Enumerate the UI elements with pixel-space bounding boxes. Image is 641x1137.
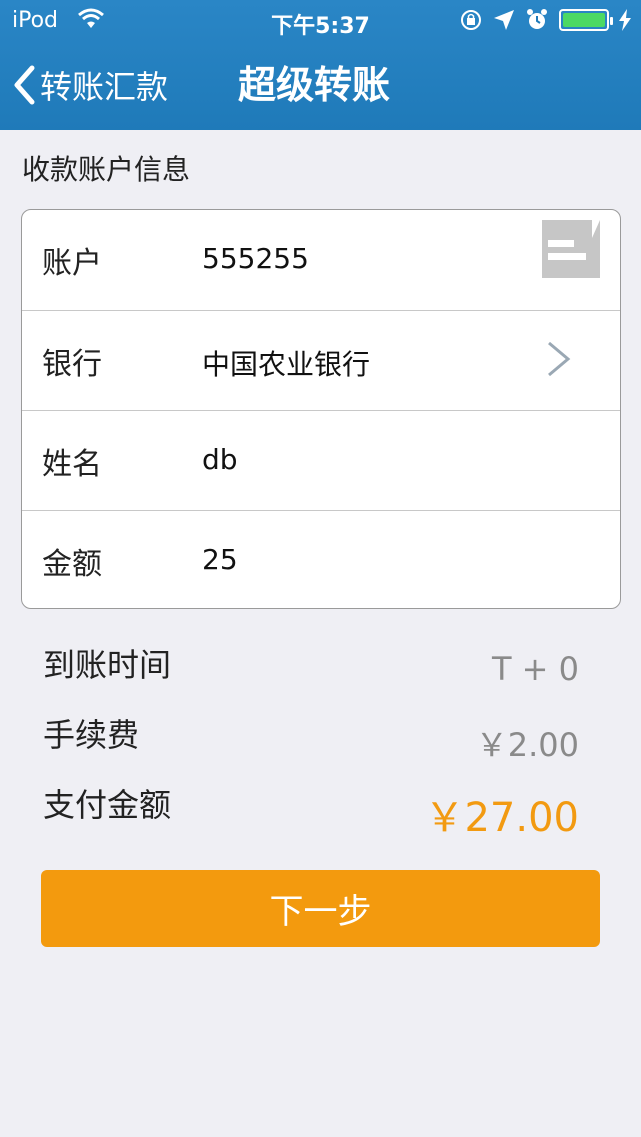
- bank-label: 银行: [42, 347, 102, 382]
- chevron-right-icon[interactable]: [546, 339, 572, 379]
- status-bar: iPod 下午5:37: [0, 0, 641, 42]
- bank-field[interactable]: 中国农业银行: [202, 343, 370, 383]
- account-row[interactable]: 账户 555255: [22, 210, 620, 310]
- location-icon: [494, 10, 514, 30]
- card-scan-icon[interactable]: [542, 220, 600, 278]
- name-row[interactable]: 姓名 db: [22, 410, 620, 510]
- name-label: 姓名: [42, 447, 102, 482]
- rotation-lock-icon: [461, 10, 481, 30]
- back-button[interactable]: 转账汇款: [12, 60, 168, 110]
- account-field[interactable]: 555255: [202, 242, 309, 275]
- total-label: 支付金额: [43, 786, 172, 824]
- alarm-icon: [527, 9, 547, 29]
- account-label: 账户: [42, 246, 102, 281]
- amount-row[interactable]: 金额 25: [22, 510, 620, 608]
- payee-info-card: 账户 555255 银行 中国农业银行 姓名 db 金额 25: [21, 209, 621, 609]
- total-value: ￥27.00: [424, 795, 579, 841]
- chevron-left-icon: [14, 65, 35, 105]
- amount-label: 金额: [42, 547, 102, 582]
- fee-label: 手续费: [43, 716, 140, 754]
- status-right-icons: [459, 6, 631, 34]
- page-title: 超级转账: [238, 63, 391, 107]
- bank-row[interactable]: 银行 中国农业银行: [22, 310, 620, 410]
- section-title: 收款账户信息: [22, 153, 191, 186]
- fee-value: ￥2.00: [475, 726, 579, 764]
- arrival-time-label: 到账时间: [43, 646, 172, 684]
- charging-icon: [619, 9, 631, 31]
- next-step-button[interactable]: 下一步: [41, 870, 600, 947]
- amount-field[interactable]: 25: [202, 543, 238, 576]
- arrival-time-value: T + 0: [491, 650, 579, 688]
- battery-icon: [559, 9, 613, 31]
- nav-bar: 转账汇款 超级转账: [0, 42, 641, 130]
- name-field[interactable]: db: [202, 443, 238, 476]
- top-bar: iPod 下午5:37 转账汇款 超级转账: [0, 0, 641, 130]
- back-label: 转账汇款: [40, 68, 169, 106]
